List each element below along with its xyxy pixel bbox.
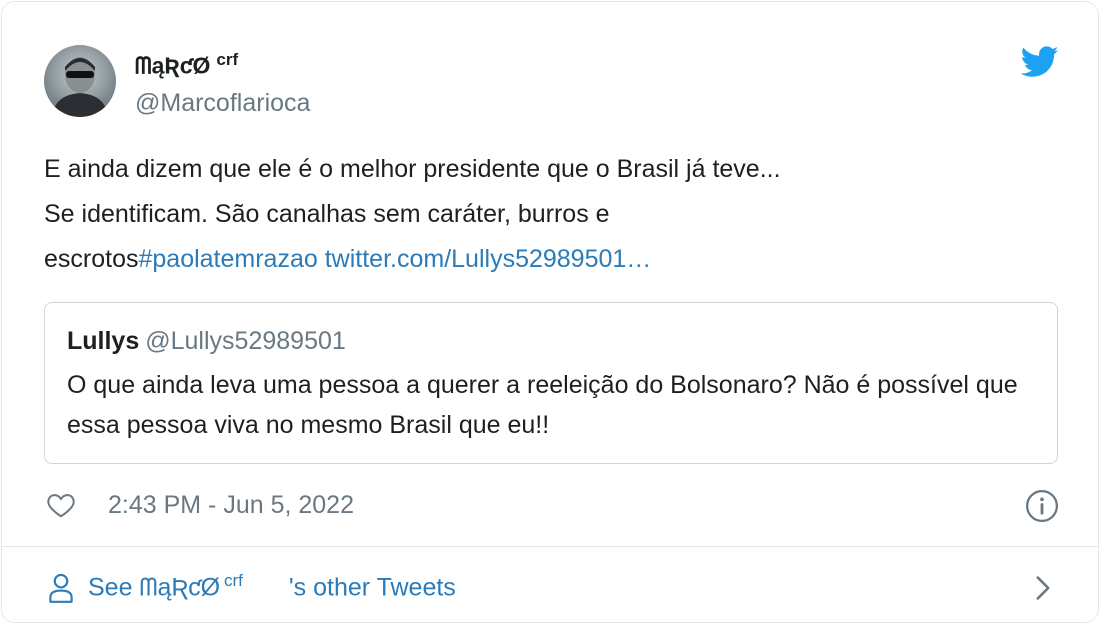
tweet-line: escrotos#paolatemrazao twitter.com/Lully…: [44, 237, 1004, 282]
hashtag-link[interactable]: #paolatemrazao: [138, 245, 317, 273]
tweet-timestamp[interactable]: 2:43 PM - Jun 5, 2022: [108, 491, 354, 520]
footer-prefix: See: [88, 573, 140, 602]
footer-author-suffix: crf: [224, 571, 243, 590]
chevron-right-icon: [1036, 576, 1050, 600]
footer-author-name: ᗰąƦƈØ: [139, 573, 221, 602]
quoted-tweet-header: Lullys @Lullys52989501: [67, 327, 346, 356]
heart-icon[interactable]: [46, 490, 76, 520]
tweet-text: E ainda dizem que ele é o melhor preside…: [44, 147, 1004, 282]
tweet-line: E ainda dizem que ele é o melhor preside…: [44, 155, 781, 183]
person-icon: [49, 573, 73, 603]
twitter-bird-icon[interactable]: [1021, 46, 1059, 78]
footer-rest: 's other Tweets: [288, 573, 456, 602]
tweet-line-text: escrotos: [44, 245, 139, 273]
quoted-author-name: Lullys: [67, 327, 140, 355]
author-name: ᗰąƦƈØ: [135, 52, 211, 79]
author-name-suffix: crf: [216, 50, 239, 69]
tweet-line: Se identificam. São canalhas sem caráter…: [44, 200, 610, 228]
quoted-author-handle: @Lullys52989501: [145, 327, 346, 355]
see-other-tweets-link[interactable]: See ᗰąƦƈØ crf 's other Tweets: [2, 547, 1098, 622]
avatar-photo: [44, 45, 116, 117]
info-icon[interactable]: [1025, 489, 1059, 523]
see-other-tweets-label: See ᗰąƦƈØ crf 's other Tweets: [88, 571, 456, 602]
quoted-tweet[interactable]: Lullys @Lullys52989501 O que ainda leva u…: [44, 302, 1058, 464]
author-handle[interactable]: @Marcoflarioca: [135, 89, 310, 118]
author-display-name[interactable]: ᗰąƦƈØ crf: [135, 50, 238, 80]
avatar[interactable]: [44, 45, 116, 117]
quoted-tweet-link[interactable]: twitter.com/Lullys52989501…: [325, 245, 652, 273]
tweet-card: ᗰąƦƈØ crf @Marcoflarioca E ainda dizem qu…: [1, 1, 1099, 623]
quoted-tweet-text: O que ainda leva uma pessoa a querer a r…: [67, 371, 1018, 439]
